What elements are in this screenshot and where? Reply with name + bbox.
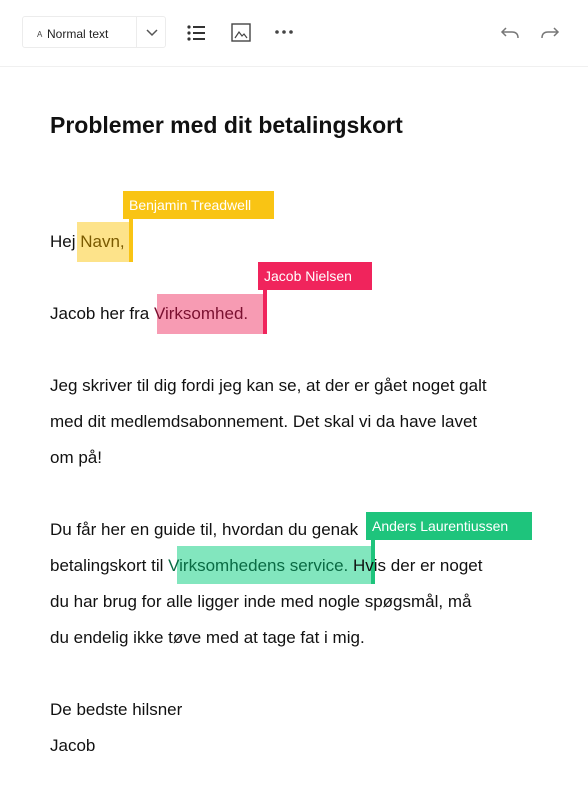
intro-line[interactable]: Jacob her fra Virksomhed. [50,304,248,324]
collaborator-tag-anders: Anders Laurentiussen [366,512,532,540]
paragraph-2-line-2[interactable]: betalingskort til Virksomhedens service.… [50,556,482,576]
paragraph-2-line-1[interactable]: Du får her en guide til, hvordan du gena… [50,520,358,540]
p2-highlight: Virksomhedens service. [168,556,349,575]
paragraph-1-line-3[interactable]: om på! [50,448,102,468]
chevron-down-icon[interactable] [136,17,167,47]
greeting-text: Hej [50,232,81,251]
redo-icon[interactable] [538,20,562,44]
bullet-list-icon[interactable] [184,20,208,44]
text-style-prefix: A [37,30,43,39]
collaborator-tag-benjamin: Benjamin Treadwell [123,191,274,219]
text-style-label: Normal text [47,27,109,41]
paragraph-1-line-2[interactable]: med dit medlemdsabonnement. Det skal vi … [50,412,477,432]
paragraph-1-line-1[interactable]: Jeg skriver til dig fordi jeg kan se, at… [50,376,487,396]
intro-text: Jacob her fra [50,304,154,323]
document-title[interactable]: Problemer med dit betalingskort [50,112,403,139]
image-icon[interactable] [229,20,253,44]
paragraph-2-line-3[interactable]: du har brug for alle ligger inde med nog… [50,592,471,612]
paragraph-2-line-4[interactable]: du endelig ikke tøve med at tage fat i m… [50,628,365,648]
greeting-line[interactable]: Hej Navn, [50,232,125,252]
undo-icon[interactable] [498,20,522,44]
p2-text-before: betalingskort til [50,556,169,575]
intro-highlight: Virksomhed. [153,304,249,323]
signature-line[interactable]: Jacob [50,736,95,756]
p2-text-after: Hvis der er noget [348,556,483,575]
signoff-line[interactable]: De bedste hilsner [50,700,182,720]
cursor-jacob [263,288,267,334]
greeting-highlight: Navn, [80,232,125,251]
editor-toolbar: A Normal text [0,0,588,67]
text-style-dropdown[interactable]: A Normal text [22,16,166,48]
more-icon[interactable] [272,20,296,44]
collaborator-tag-jacob: Jacob Nielsen [258,262,372,290]
cursor-benjamin [129,216,133,262]
